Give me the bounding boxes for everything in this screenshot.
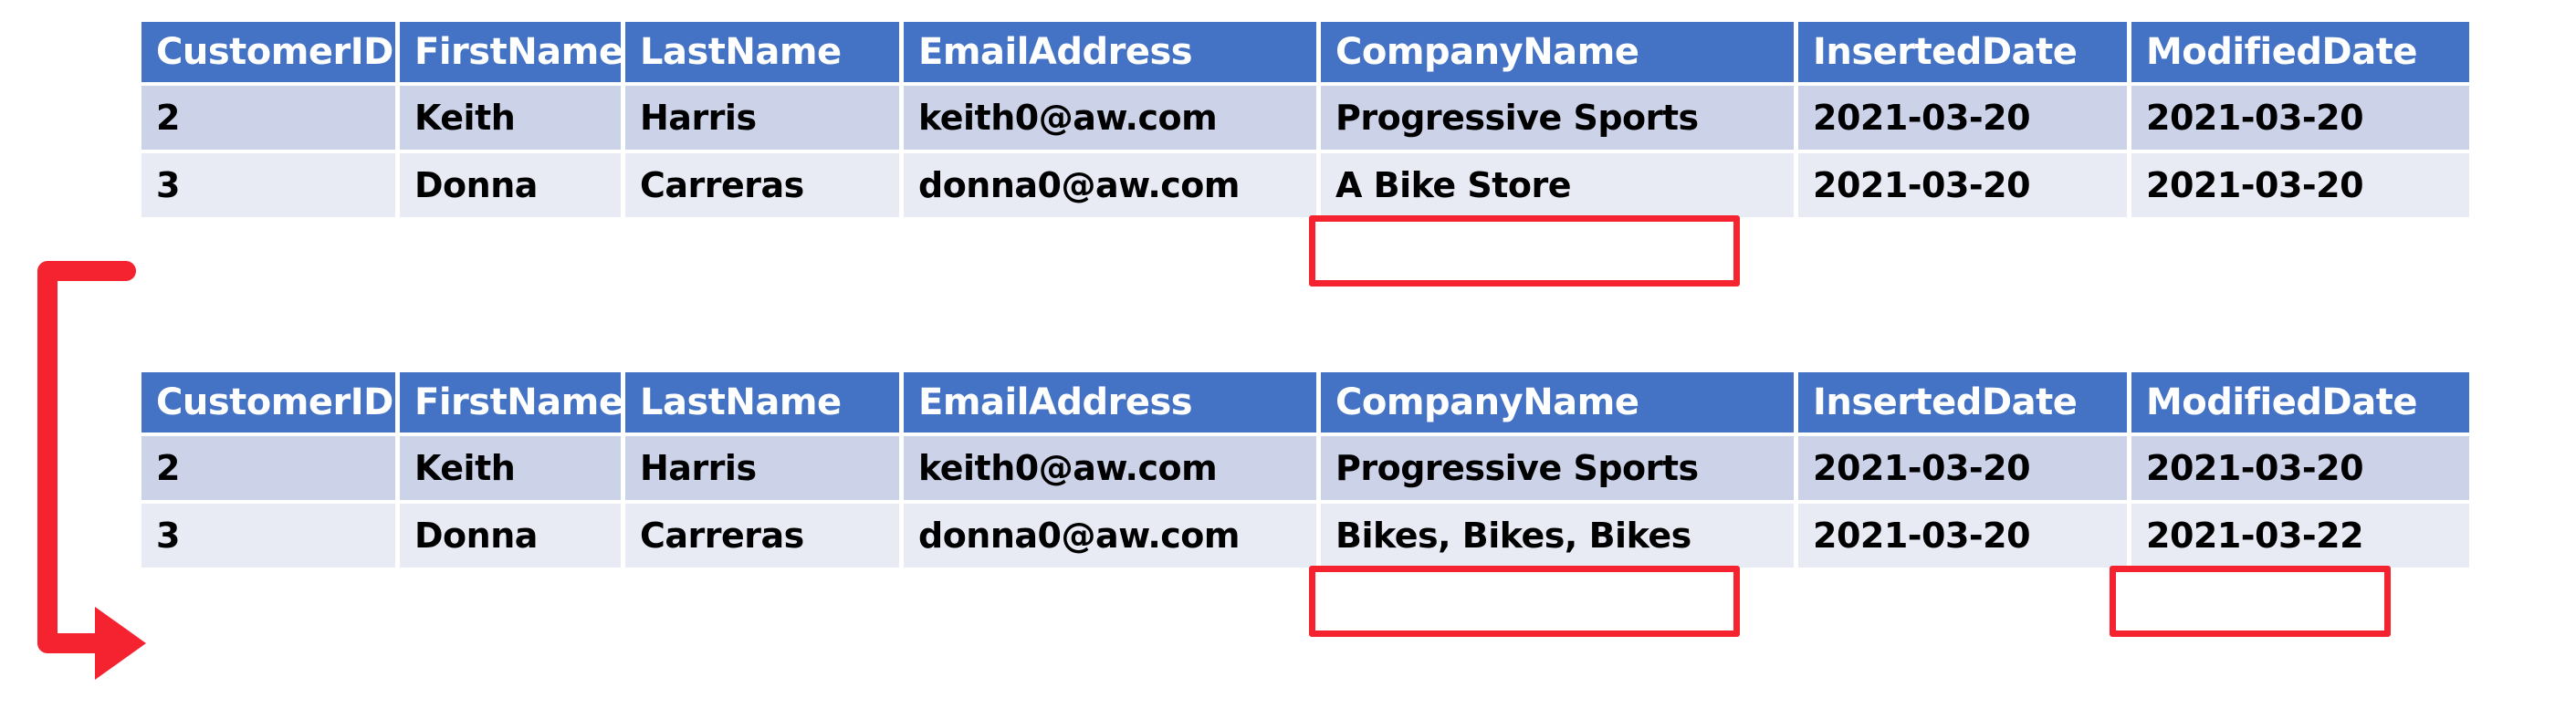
cell-firstname: Keith xyxy=(400,86,621,150)
column-header-inserteddate: InsertedDate xyxy=(1798,22,2127,82)
cell-companyname: Progressive Sports xyxy=(1321,86,1794,150)
column-header-emailaddress: EmailAddress xyxy=(904,372,1316,432)
cell-companyname: Bikes, Bikes, Bikes xyxy=(1321,504,1794,568)
column-header-modifieddate: ModifiedDate xyxy=(2131,372,2469,432)
cell-companyname: Progressive Sports xyxy=(1321,436,1794,500)
screenshot-canvas: CustomerID FirstName LastName EmailAddre… xyxy=(0,0,2576,719)
column-header-lastname: LastName xyxy=(625,22,899,82)
column-header-modifieddate: ModifiedDate xyxy=(2131,22,2469,82)
column-header-customerid: CustomerID xyxy=(141,372,395,432)
cell-firstname: Keith xyxy=(400,436,621,500)
cell-modifieddate: 2021-03-20 xyxy=(2131,86,2469,150)
cell-modifieddate: 2021-03-20 xyxy=(2131,153,2469,217)
column-header-customerid: CustomerID xyxy=(141,22,395,82)
table-row: 3 Donna Carreras donna0@aw.com A Bike St… xyxy=(141,153,2469,217)
cell-customerid: 2 xyxy=(141,86,395,150)
cell-modifieddate: 2021-03-20 xyxy=(2131,436,2469,500)
column-header-companyname: CompanyName xyxy=(1321,22,1794,82)
highlight-box-modifieddate-after xyxy=(2110,566,2391,637)
cell-lastname: Harris xyxy=(625,436,899,500)
cell-customerid: 2 xyxy=(141,436,395,500)
table-header-row: CustomerID FirstName LastName EmailAddre… xyxy=(141,22,2469,82)
cell-emailaddress: keith0@aw.com xyxy=(904,436,1316,500)
cell-lastname: Carreras xyxy=(625,504,899,568)
cell-emailaddress: donna0@aw.com xyxy=(904,504,1316,568)
cell-emailaddress: donna0@aw.com xyxy=(904,153,1316,217)
highlight-box-companyname-before xyxy=(1309,215,1740,287)
cell-modifieddate: 2021-03-22 xyxy=(2131,504,2469,568)
cell-companyname: A Bike Store xyxy=(1321,153,1794,217)
column-header-emailaddress: EmailAddress xyxy=(904,22,1316,82)
results-table-after: CustomerID FirstName LastName EmailAddre… xyxy=(137,369,2474,571)
column-header-firstname: FirstName xyxy=(400,372,621,432)
highlight-box-companyname-after xyxy=(1309,566,1740,637)
table-row: 2 Keith Harris keith0@aw.com Progressive… xyxy=(141,436,2469,500)
cell-inserteddate: 2021-03-20 xyxy=(1798,436,2127,500)
cell-inserteddate: 2021-03-20 xyxy=(1798,86,2127,150)
cell-emailaddress: keith0@aw.com xyxy=(904,86,1316,150)
table-header-row: CustomerID FirstName LastName EmailAddre… xyxy=(141,372,2469,432)
cell-lastname: Harris xyxy=(625,86,899,150)
cell-inserteddate: 2021-03-20 xyxy=(1798,504,2127,568)
cell-customerid: 3 xyxy=(141,153,395,217)
column-header-firstname: FirstName xyxy=(400,22,621,82)
cell-firstname: Donna xyxy=(400,504,621,568)
table-row: 2 Keith Harris keith0@aw.com Progressive… xyxy=(141,86,2469,150)
column-header-lastname: LastName xyxy=(625,372,899,432)
cell-lastname: Carreras xyxy=(625,153,899,217)
cell-inserteddate: 2021-03-20 xyxy=(1798,153,2127,217)
results-table-before: CustomerID FirstName LastName EmailAddre… xyxy=(137,18,2474,221)
column-header-companyname: CompanyName xyxy=(1321,372,1794,432)
cell-customerid: 3 xyxy=(141,504,395,568)
table-row: 3 Donna Carreras donna0@aw.com Bikes, Bi… xyxy=(141,504,2469,568)
column-header-inserteddate: InsertedDate xyxy=(1798,372,2127,432)
cell-firstname: Donna xyxy=(400,153,621,217)
